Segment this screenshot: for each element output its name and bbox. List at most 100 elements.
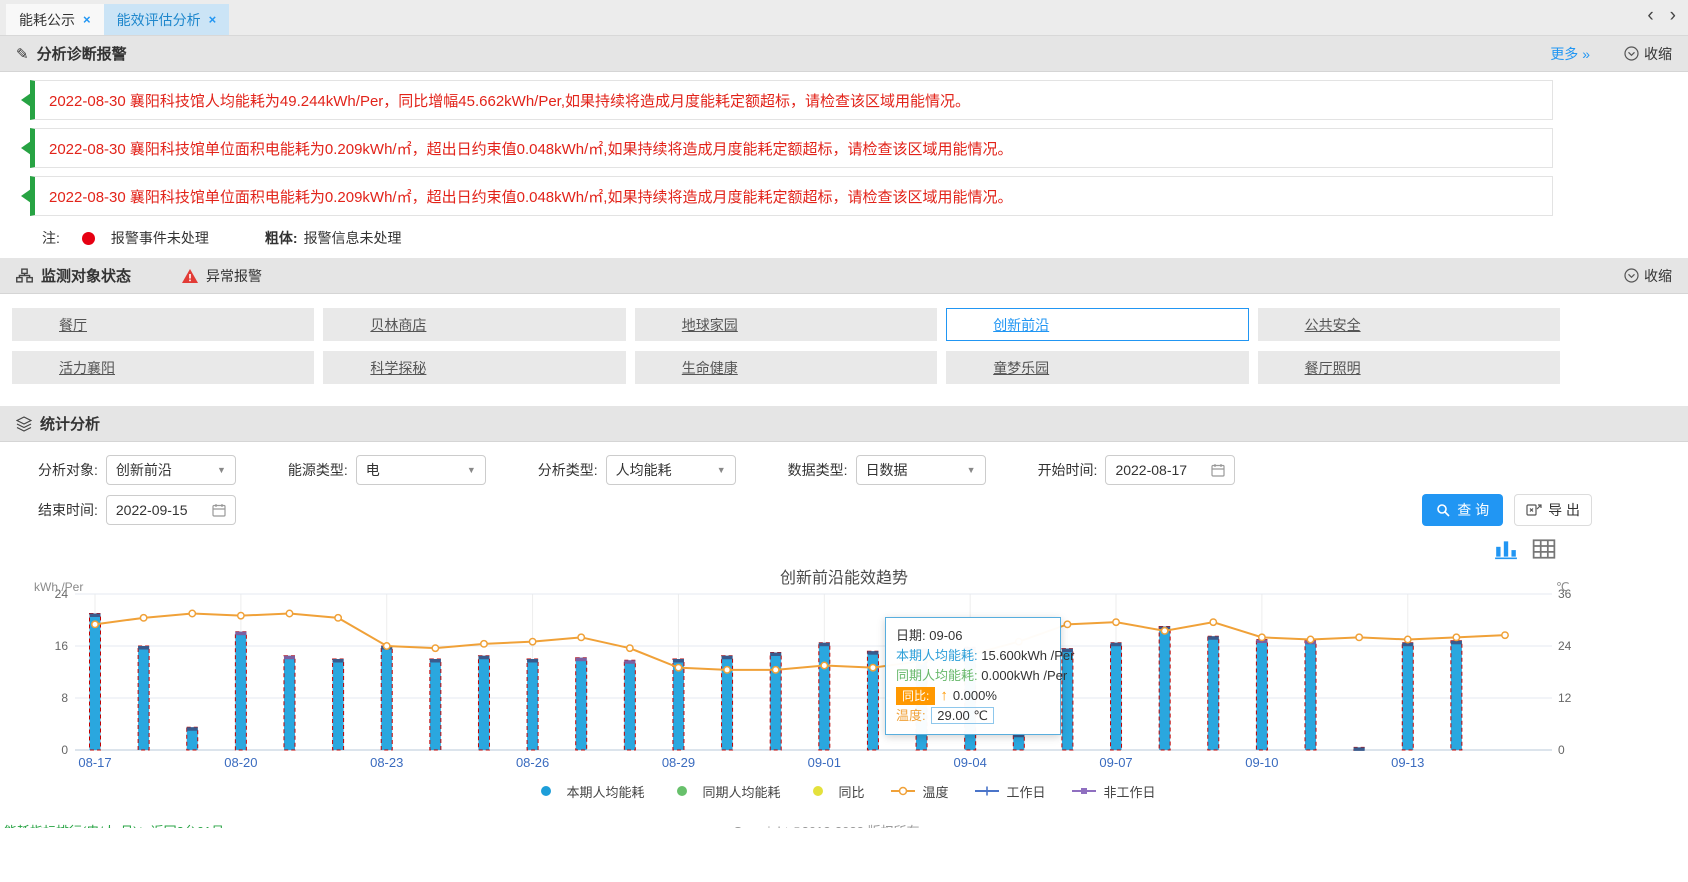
bar-chart-view-icon[interactable] <box>1494 538 1518 560</box>
object-button[interactable]: 餐厅照明 <box>1258 351 1560 384</box>
tab-label: 能耗公示 <box>19 10 75 30</box>
query-button[interactable]: 查 询 <box>1422 494 1503 526</box>
svg-text:08-23: 08-23 <box>370 755 403 770</box>
day-type-marker <box>576 658 587 662</box>
table-view-icon[interactable] <box>1532 538 1556 560</box>
legend-item[interactable]: 温度 <box>889 782 949 801</box>
chart-legend: 本期人均能耗 同期人均能耗 同比 温度 工作日 非工作日 <box>0 781 1688 801</box>
alarm-section-title: 分析诊断报警 <box>37 43 127 64</box>
legend-marker-icon <box>804 785 832 797</box>
object-button[interactable]: 科学探秘 <box>323 351 625 384</box>
svg-text:0: 0 <box>1558 743 1565 757</box>
svg-text:09-10: 09-10 <box>1245 755 1278 770</box>
chevron-down-icon: ▼ <box>967 465 976 475</box>
energy-type-select[interactable]: 电 ▼ <box>356 455 486 485</box>
chevron-down-icon: ▼ <box>217 465 226 475</box>
tab-bar: 能耗公示 × 能效评估分析 × ‹ › <box>0 0 1688 36</box>
day-type-marker <box>1451 641 1462 645</box>
svg-text:24: 24 <box>1558 639 1572 653</box>
day-type-marker <box>722 656 733 660</box>
tab-scroll-left-icon[interactable]: ‹ <box>1647 6 1653 25</box>
alert-legend-note: 注: 报警事件未处理 粗体: 报警信息未处理 <box>30 228 1553 248</box>
object-button[interactable]: 贝林商店 <box>323 308 625 341</box>
end-time-date-input[interactable]: 2022-09-15 <box>106 495 236 525</box>
start-time-date-input[interactable]: 2022-08-17 <box>1105 455 1235 485</box>
svg-text:08-26: 08-26 <box>516 755 549 770</box>
tab-efficiency-analysis[interactable]: 能效评估分析 × <box>104 4 230 35</box>
object-button[interactable]: 地球家园 <box>635 308 937 341</box>
object-button[interactable]: 生命健康 <box>635 351 937 384</box>
page-footer: 能耗指标排行(电/人·月)：返回2台01号 Copyright ©2013-20… <box>0 821 1688 828</box>
legend-item[interactable]: 工作日 <box>973 782 1046 801</box>
day-type-marker <box>1111 643 1122 647</box>
day-type-marker <box>673 659 684 663</box>
alert-text: 2022-08-30 襄阳科技馆单位面积电能耗为0.209kWh/㎡，超出日约束… <box>49 186 1012 207</box>
close-icon[interactable]: × <box>209 12 217 27</box>
alert-row[interactable]: 2022-08-30 襄阳科技馆单位面积电能耗为0.209kWh/㎡，超出日约束… <box>30 128 1553 168</box>
svg-text:0: 0 <box>61 743 68 757</box>
legend-marker-icon <box>1070 785 1098 797</box>
analysis-object-label: 分析对象: <box>38 460 98 480</box>
legend-item[interactable]: 非工作日 <box>1070 782 1156 801</box>
chart-canvas[interactable]: 08-1708-2008-2308-2608-2909-0109-0409-07… <box>0 586 1688 781</box>
tooltip-temp-value: 29.00 ℃ <box>931 707 994 724</box>
day-type-marker <box>90 614 101 618</box>
monitor-section-title: 监测对象状态 <box>41 265 131 286</box>
chevron-down-icon: ▼ <box>467 465 476 475</box>
day-type-marker <box>770 653 781 657</box>
legend-item[interactable]: 同比 <box>804 782 864 801</box>
energy-type-label: 能源类型: <box>288 460 348 480</box>
svg-text:09-07: 09-07 <box>1099 755 1132 770</box>
day-type-marker <box>284 656 295 660</box>
warning-triangle-icon <box>181 268 199 284</box>
data-type-select[interactable]: 日数据 ▼ <box>856 455 986 485</box>
day-type-marker <box>187 727 198 731</box>
analysis-type-select[interactable]: 人均能耗 ▼ <box>606 455 736 485</box>
bar-series <box>90 614 1462 751</box>
end-time-label: 结束时间: <box>38 500 98 520</box>
tooltip-date: 09-06 <box>929 628 962 643</box>
legend-item[interactable]: 本期人均能耗 <box>532 782 644 801</box>
day-type-marker <box>138 646 149 650</box>
stats-section-title: 统计分析 <box>40 413 100 434</box>
pencil-icon: ✎ <box>16 45 29 63</box>
svg-text:08-20: 08-20 <box>224 755 257 770</box>
object-button[interactable]: 餐厅 <box>12 308 314 341</box>
day-type-marker <box>1208 636 1219 640</box>
object-button-selected[interactable]: 创新前沿 <box>946 308 1248 341</box>
object-button[interactable]: 公共安全 <box>1258 308 1560 341</box>
collapse-button[interactable]: 收缩 <box>1624 44 1672 64</box>
tab-energy-publicity[interactable]: 能耗公示 × <box>6 4 104 35</box>
close-icon[interactable]: × <box>83 12 91 27</box>
legend-label: 本期人均能耗 <box>566 782 644 801</box>
day-type-marker <box>430 659 441 663</box>
collapse-button[interactable]: 收缩 <box>1624 266 1672 286</box>
green-triangle-icon <box>21 93 31 107</box>
day-type-marker <box>478 656 489 660</box>
green-triangle-icon <box>21 189 31 203</box>
data-type-label: 数据类型: <box>788 460 848 480</box>
more-link[interactable]: 更多 » <box>1550 44 1590 64</box>
alert-list: 2022-08-30 襄阳科技馆人均能耗为49.244kWh/Per，同比增幅4… <box>0 72 1688 258</box>
collapse-icon <box>1624 46 1639 61</box>
up-arrow-icon: ↑ <box>940 687 948 704</box>
export-button[interactable]: 导 出 <box>1514 494 1592 526</box>
alert-text: 2022-08-30 襄阳科技馆人均能耗为49.244kWh/Per，同比增幅4… <box>49 90 970 111</box>
legend-label: 同比 <box>838 782 864 801</box>
svg-text:08-17: 08-17 <box>78 755 111 770</box>
object-button[interactable]: 活力襄阳 <box>12 351 314 384</box>
legend-item[interactable]: 同期人均能耗 <box>668 782 780 801</box>
analysis-object-select[interactable]: 创新前沿 ▼ <box>106 455 236 485</box>
footer-link[interactable]: 能耗指标排行(电/人·月)：返回2台01号 <box>4 821 224 828</box>
alert-row[interactable]: 2022-08-30 襄阳科技馆人均能耗为49.244kWh/Per，同比增幅4… <box>30 80 1553 120</box>
analysis-type-label: 分析类型: <box>538 460 598 480</box>
tab-scroll-right-icon[interactable]: › <box>1670 6 1676 25</box>
legend-label: 同期人均能耗 <box>702 782 780 801</box>
tooltip-current-value: 15.600kWh /Per <box>981 648 1074 663</box>
day-type-marker <box>333 659 344 663</box>
svg-text:09-04: 09-04 <box>954 755 987 770</box>
export-excel-icon <box>1526 503 1542 517</box>
object-button[interactable]: 童梦乐园 <box>946 351 1248 384</box>
alert-row[interactable]: 2022-08-30 襄阳科技馆单位面积电能耗为0.209kWh/㎡，超出日约束… <box>30 176 1553 216</box>
svg-text:09-01: 09-01 <box>808 755 841 770</box>
